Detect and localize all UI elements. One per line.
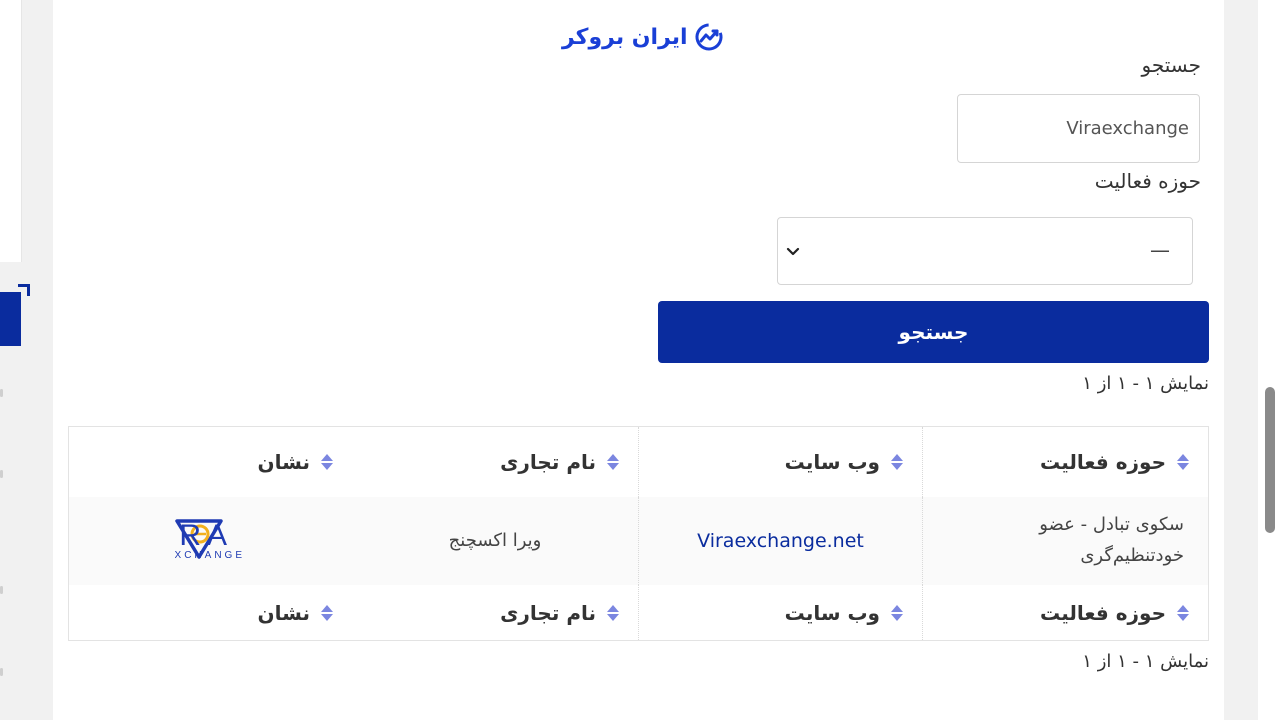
search-label: جستجو <box>1141 53 1201 77</box>
sort-icon <box>1177 454 1189 470</box>
cell-activity: سکوی تبادل - عضو خودتنظیم‌گری <box>923 497 1208 585</box>
column-footer-logo[interactable]: نشان <box>69 585 352 640</box>
sort-icon <box>1177 604 1189 621</box>
left-nav-tab[interactable] <box>0 292 21 346</box>
results-count-top: نمایش ۱ - ۱ از ۱ <box>1082 373 1209 394</box>
left-marker <box>0 668 3 676</box>
trade-name-text: ویرا اکسچنج <box>448 529 542 551</box>
trend-chart-icon <box>695 23 723 51</box>
logo-text: ایران بروکر <box>562 24 688 50</box>
activity-filter-label: حوزه فعالیت <box>1094 169 1201 193</box>
scrollbar-thumb[interactable] <box>1265 387 1275 533</box>
search-button[interactable]: جستجو <box>658 301 1209 363</box>
activity-select[interactable]: — <box>777 217 1193 285</box>
sort-icon <box>891 604 903 621</box>
cell-website: Viraexchange.net <box>639 497 923 585</box>
table-footer-row: حوزه فعالیت وب سایت نام تجاری نشان <box>69 585 1208 640</box>
left-panel <box>0 0 22 262</box>
column-footer-label: حوزه فعالیت <box>1040 600 1166 625</box>
search-input[interactable] <box>957 94 1200 163</box>
corner-bracket-icon <box>18 284 30 296</box>
column-header-label: نام تجاری <box>500 450 596 474</box>
column-header-logo[interactable]: نشان <box>69 427 352 497</box>
website-link[interactable]: Viraexchange.net <box>697 530 864 552</box>
left-marker <box>0 586 3 594</box>
column-header-trade-name[interactable]: نام تجاری <box>352 427 639 497</box>
column-footer-website[interactable]: وب سایت <box>639 585 923 640</box>
column-header-label: نشان <box>257 450 310 474</box>
results-count-bottom: نمایش ۱ - ۱ از ۱ <box>1082 651 1209 672</box>
table-header-row: حوزه فعالیت وب سایت نام تجاری نشان <box>69 427 1208 497</box>
left-marker <box>0 389 3 397</box>
scrollbar-track[interactable] <box>1258 0 1280 720</box>
column-header-label: حوزه فعالیت <box>1040 450 1166 474</box>
column-header-label: وب سایت <box>784 450 880 474</box>
column-footer-label: نشان <box>257 600 310 625</box>
activity-select-value: — <box>1150 238 1170 262</box>
sort-icon <box>607 454 619 470</box>
vira-logo-word: VIRA <box>175 519 233 552</box>
cell-trade-name: ویرا اکسچنج <box>352 497 639 585</box>
results-table: حوزه فعالیت وب سایت نام تجاری نشان سکوی … <box>68 426 1209 641</box>
cell-logo: VIRA EXCHANGE <box>69 497 352 585</box>
vira-logo-sub: EXCHANGE <box>175 550 245 561</box>
table-row: سکوی تبادل - عضو خودتنظیم‌گری Viraexchan… <box>69 497 1208 585</box>
column-footer-activity[interactable]: حوزه فعالیت <box>923 585 1208 640</box>
site-logo[interactable]: ایران بروکر <box>562 20 724 54</box>
vira-exchange-logo: VIRA EXCHANGE <box>175 519 245 561</box>
activity-text: سکوی تبادل - عضو خودتنظیم‌گری <box>1039 514 1184 566</box>
sort-icon <box>321 604 333 621</box>
sort-icon <box>607 604 619 621</box>
column-footer-trade-name[interactable]: نام تجاری <box>352 585 639 640</box>
column-header-activity[interactable]: حوزه فعالیت <box>923 427 1208 497</box>
column-header-website[interactable]: وب سایت <box>639 427 923 497</box>
sort-icon <box>891 454 903 470</box>
left-marker <box>0 470 3 478</box>
sort-icon <box>321 454 333 470</box>
chevron-down-icon <box>786 247 800 256</box>
column-footer-label: نام تجاری <box>500 600 596 625</box>
column-footer-label: وب سایت <box>784 600 880 625</box>
